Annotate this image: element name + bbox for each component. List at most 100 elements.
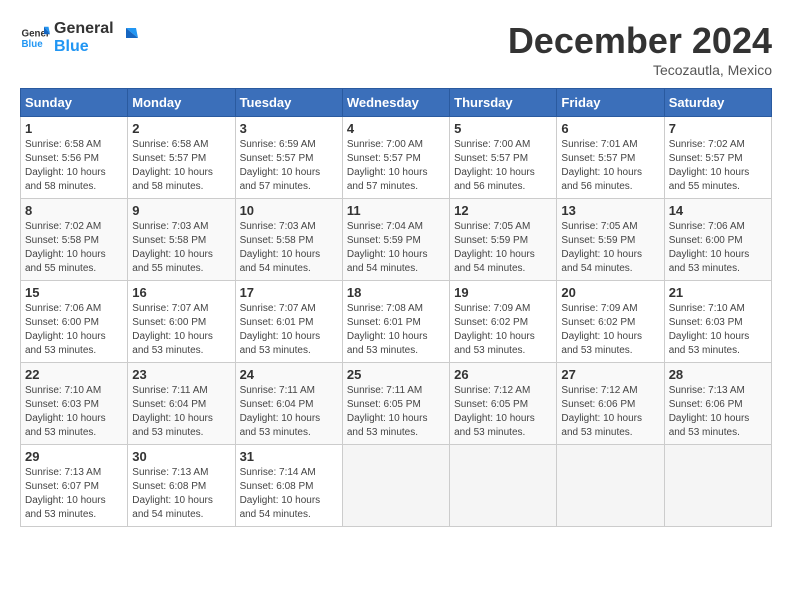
day-info: Sunrise: 7:05 AMSunset: 5:59 PMDaylight:…: [561, 220, 659, 276]
calendar-cell: 24 Sunrise: 7:11 AMSunset: 6:04 PMDayligh…: [235, 363, 342, 445]
calendar-cell: 23 Sunrise: 7:11 AMSunset: 6:04 PMDayligh…: [128, 363, 235, 445]
calendar-cell: 9 Sunrise: 7:03 AMSunset: 5:58 PMDaylight…: [128, 199, 235, 281]
calendar-cell: 13 Sunrise: 7:05 AMSunset: 5:59 PMDayligh…: [557, 199, 664, 281]
title-block: December 2024 Tecozautla, Mexico: [508, 20, 772, 78]
day-number: 20: [561, 285, 659, 300]
logo: General Blue General Blue: [20, 20, 142, 55]
day-info: Sunrise: 7:13 AMSunset: 6:08 PMDaylight:…: [132, 466, 230, 522]
logo-arrow-icon: [118, 26, 142, 50]
calendar-cell: 11Sunrise: 7:04 AMSunset: 5:59 PMDayligh…: [342, 199, 449, 281]
day-number: 21: [669, 285, 767, 300]
calendar-cell: 30 Sunrise: 7:13 AMSunset: 6:08 PMDayligh…: [128, 445, 235, 527]
day-number: 17: [240, 285, 338, 300]
day-number: 19: [454, 285, 552, 300]
calendar-cell: 4Sunrise: 7:00 AMSunset: 5:57 PMDaylight…: [342, 117, 449, 199]
day-number: 18: [347, 285, 445, 300]
calendar-cell: 15 Sunrise: 7:06 AMSunset: 6:00 PMDayligh…: [21, 281, 128, 363]
calendar-cell: 1 Sunrise: 6:58 AMSunset: 5:56 PMDaylight…: [21, 117, 128, 199]
calendar-header-row: SundayMondayTuesdayWednesdayThursdayFrid…: [21, 89, 772, 117]
calendar-cell: 6 Sunrise: 7:01 AMSunset: 5:57 PMDaylight…: [557, 117, 664, 199]
day-info: Sunrise: 7:05 AMSunset: 5:59 PMDaylight:…: [454, 220, 552, 276]
day-info: Sunrise: 6:58 AMSunset: 5:56 PMDaylight:…: [25, 138, 123, 194]
day-info: Sunrise: 7:13 AMSunset: 6:07 PMDaylight:…: [25, 466, 123, 522]
day-info: Sunrise: 7:10 AMSunset: 6:03 PMDaylight:…: [669, 302, 767, 358]
calendar-cell: 2Sunrise: 6:58 AMSunset: 5:57 PMDaylight…: [128, 117, 235, 199]
day-number: 28: [669, 367, 767, 382]
calendar-cell: 5 Sunrise: 7:00 AMSunset: 5:57 PMDaylight…: [450, 117, 557, 199]
day-number: 12: [454, 203, 552, 218]
calendar-cell: [342, 445, 449, 527]
calendar-cell: [450, 445, 557, 527]
day-info: Sunrise: 7:09 AMSunset: 6:02 PMDaylight:…: [561, 302, 659, 358]
calendar-week-2: 15 Sunrise: 7:06 AMSunset: 6:00 PMDayligh…: [21, 281, 772, 363]
day-number: 14: [669, 203, 767, 218]
day-number: 13: [561, 203, 659, 218]
day-info: Sunrise: 7:09 AMSunset: 6:02 PMDaylight:…: [454, 302, 552, 358]
day-number: 30: [132, 449, 230, 464]
calendar-cell: 3Sunrise: 6:59 AMSunset: 5:57 PMDaylight…: [235, 117, 342, 199]
calendar-cell: 10 Sunrise: 7:03 AMSunset: 5:58 PMDayligh…: [235, 199, 342, 281]
calendar-cell: [664, 445, 771, 527]
day-info: Sunrise: 7:11 AMSunset: 6:05 PMDaylight:…: [347, 384, 445, 440]
day-number: 26: [454, 367, 552, 382]
calendar-cell: 31Sunrise: 7:14 AMSunset: 6:08 PMDayligh…: [235, 445, 342, 527]
header-friday: Friday: [557, 89, 664, 117]
day-info: Sunrise: 7:07 AMSunset: 6:01 PMDaylight:…: [240, 302, 338, 358]
calendar-week-4: 29 Sunrise: 7:13 AMSunset: 6:07 PMDayligh…: [21, 445, 772, 527]
calendar-cell: 20 Sunrise: 7:09 AMSunset: 6:02 PMDayligh…: [557, 281, 664, 363]
day-info: Sunrise: 7:00 AMSunset: 5:57 PMDaylight:…: [454, 138, 552, 194]
calendar-week-1: 8Sunrise: 7:02 AMSunset: 5:58 PMDaylight…: [21, 199, 772, 281]
day-info: Sunrise: 7:06 AMSunset: 6:00 PMDaylight:…: [25, 302, 123, 358]
day-info: Sunrise: 7:11 AMSunset: 6:04 PMDaylight:…: [240, 384, 338, 440]
day-number: 5: [454, 121, 552, 136]
day-number: 27: [561, 367, 659, 382]
day-number: 7: [669, 121, 767, 136]
day-info: Sunrise: 7:14 AMSunset: 6:08 PMDaylight:…: [240, 466, 338, 522]
month-title: December 2024: [508, 20, 772, 62]
calendar-cell: 28 Sunrise: 7:13 AMSunset: 6:06 PMDayligh…: [664, 363, 771, 445]
day-number: 23: [132, 367, 230, 382]
day-info: Sunrise: 7:12 AMSunset: 6:06 PMDaylight:…: [561, 384, 659, 440]
day-number: 6: [561, 121, 659, 136]
calendar-cell: 14Sunrise: 7:06 AMSunset: 6:00 PMDayligh…: [664, 199, 771, 281]
day-number: 4: [347, 121, 445, 136]
day-number: 24: [240, 367, 338, 382]
day-number: 2: [132, 121, 230, 136]
header-wednesday: Wednesday: [342, 89, 449, 117]
day-number: 10: [240, 203, 338, 218]
day-info: Sunrise: 7:12 AMSunset: 6:05 PMDaylight:…: [454, 384, 552, 440]
calendar-cell: 19 Sunrise: 7:09 AMSunset: 6:02 PMDayligh…: [450, 281, 557, 363]
calendar-cell: 29 Sunrise: 7:13 AMSunset: 6:07 PMDayligh…: [21, 445, 128, 527]
day-info: Sunrise: 7:03 AMSunset: 5:58 PMDaylight:…: [132, 220, 230, 276]
logo-icon: General Blue: [20, 23, 50, 53]
day-info: Sunrise: 7:11 AMSunset: 6:04 PMDaylight:…: [132, 384, 230, 440]
day-info: Sunrise: 7:03 AMSunset: 5:58 PMDaylight:…: [240, 220, 338, 276]
day-number: 22: [25, 367, 123, 382]
day-number: 11: [347, 203, 445, 218]
day-info: Sunrise: 7:01 AMSunset: 5:57 PMDaylight:…: [561, 138, 659, 194]
calendar-week-0: 1 Sunrise: 6:58 AMSunset: 5:56 PMDaylight…: [21, 117, 772, 199]
day-info: Sunrise: 6:59 AMSunset: 5:57 PMDaylight:…: [240, 138, 338, 194]
calendar-cell: 7Sunrise: 7:02 AMSunset: 5:57 PMDaylight…: [664, 117, 771, 199]
svg-text:Blue: Blue: [22, 39, 44, 50]
day-number: 16: [132, 285, 230, 300]
calendar-cell: 27 Sunrise: 7:12 AMSunset: 6:06 PMDayligh…: [557, 363, 664, 445]
calendar-cell: [557, 445, 664, 527]
calendar-cell: 25Sunrise: 7:11 AMSunset: 6:05 PMDayligh…: [342, 363, 449, 445]
day-info: Sunrise: 7:02 AMSunset: 5:58 PMDaylight:…: [25, 220, 123, 276]
day-number: 29: [25, 449, 123, 464]
calendar-cell: 26 Sunrise: 7:12 AMSunset: 6:05 PMDayligh…: [450, 363, 557, 445]
header-saturday: Saturday: [664, 89, 771, 117]
logo-blue-text: Blue: [54, 38, 114, 56]
day-info: Sunrise: 7:13 AMSunset: 6:06 PMDaylight:…: [669, 384, 767, 440]
day-info: Sunrise: 7:10 AMSunset: 6:03 PMDaylight:…: [25, 384, 123, 440]
calendar-week-3: 22 Sunrise: 7:10 AMSunset: 6:03 PMDayligh…: [21, 363, 772, 445]
location: Tecozautla, Mexico: [508, 62, 772, 78]
calendar-cell: 18Sunrise: 7:08 AMSunset: 6:01 PMDayligh…: [342, 281, 449, 363]
page-header: General Blue General Blue December 2024 …: [20, 20, 772, 78]
header-tuesday: Tuesday: [235, 89, 342, 117]
day-number: 9: [132, 203, 230, 218]
calendar-cell: 21 Sunrise: 7:10 AMSunset: 6:03 PMDayligh…: [664, 281, 771, 363]
day-number: 1: [25, 121, 123, 136]
day-number: 15: [25, 285, 123, 300]
